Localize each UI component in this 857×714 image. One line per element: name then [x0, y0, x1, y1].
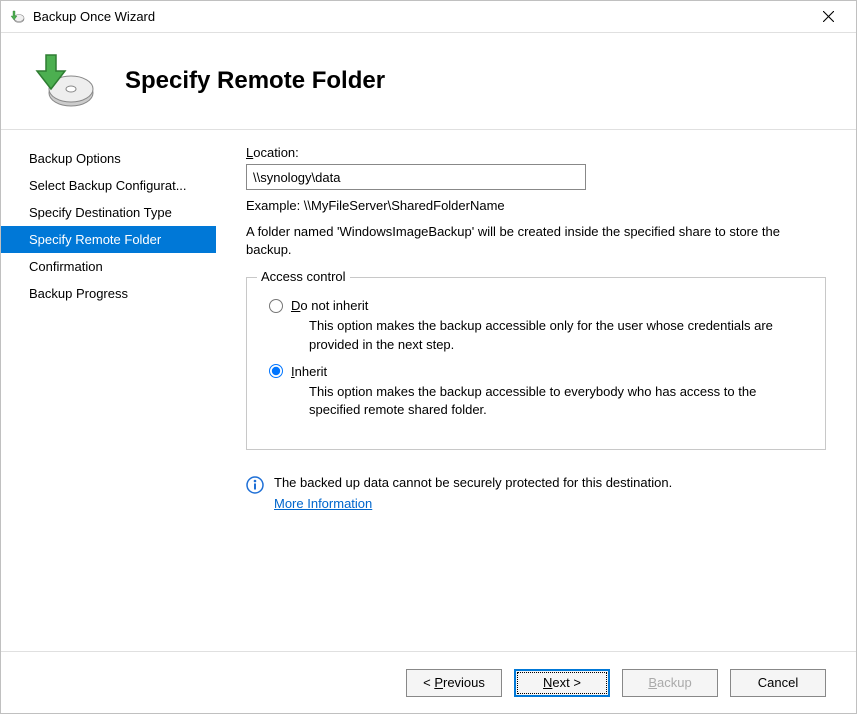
folder-description: A folder named 'WindowsImageBackup' will…: [246, 223, 826, 259]
wizard-window: Backup Once Wizard Specify Remote Folder…: [0, 0, 857, 714]
location-input[interactable]: [246, 164, 586, 190]
access-control-legend: Access control: [257, 269, 350, 284]
radio-inherit-input[interactable]: [269, 364, 283, 378]
wizard-steps-sidebar: Backup Options Select Backup Configurat.…: [1, 130, 216, 651]
backup-disc-icon: [31, 53, 95, 109]
wizard-content: Location: Example: \\MyFileServer\Shared…: [216, 130, 856, 651]
backup-button: Backup: [622, 669, 718, 697]
radio-do-not-inherit-input[interactable]: [269, 299, 283, 313]
info-text: The backed up data cannot be securely pr…: [274, 474, 672, 492]
previous-button[interactable]: < Previous: [406, 669, 502, 697]
window-title: Backup Once Wizard: [33, 9, 808, 24]
wizard-body: Backup Options Select Backup Configurat.…: [1, 130, 856, 651]
access-control-group: Access control Do not inherit This optio…: [246, 277, 826, 450]
page-title: Specify Remote Folder: [125, 67, 385, 95]
radio-do-not-inherit[interactable]: Do not inherit: [263, 298, 809, 313]
cancel-button[interactable]: Cancel: [730, 669, 826, 697]
sidebar-item-confirmation[interactable]: Confirmation: [1, 253, 216, 280]
next-button[interactable]: Next >: [514, 669, 610, 697]
close-button[interactable]: [808, 3, 848, 31]
sidebar-item-backup-progress[interactable]: Backup Progress: [1, 280, 216, 307]
sidebar-item-specify-remote-folder[interactable]: Specify Remote Folder: [1, 226, 216, 253]
info-icon: [246, 476, 264, 494]
radio-inherit[interactable]: Inherit: [263, 364, 809, 379]
radio-do-not-inherit-desc: This option makes the backup accessible …: [309, 317, 809, 353]
radio-inherit-desc: This option makes the backup accessible …: [309, 383, 809, 419]
more-information-link[interactable]: More Information: [274, 496, 372, 511]
info-panel: The backed up data cannot be securely pr…: [246, 474, 826, 511]
titlebar: Backup Once Wizard: [1, 1, 856, 33]
sidebar-item-specify-destination-type[interactable]: Specify Destination Type: [1, 199, 216, 226]
sidebar-item-backup-options[interactable]: Backup Options: [1, 145, 216, 172]
location-example: Example: \\MyFileServer\SharedFolderName: [246, 198, 826, 213]
app-icon: [9, 9, 25, 25]
wizard-header: Specify Remote Folder: [1, 33, 856, 130]
location-label: Location:: [246, 145, 826, 160]
sidebar-item-select-backup-config[interactable]: Select Backup Configurat...: [1, 172, 216, 199]
wizard-footer: < Previous Next > Backup Cancel: [1, 651, 856, 713]
